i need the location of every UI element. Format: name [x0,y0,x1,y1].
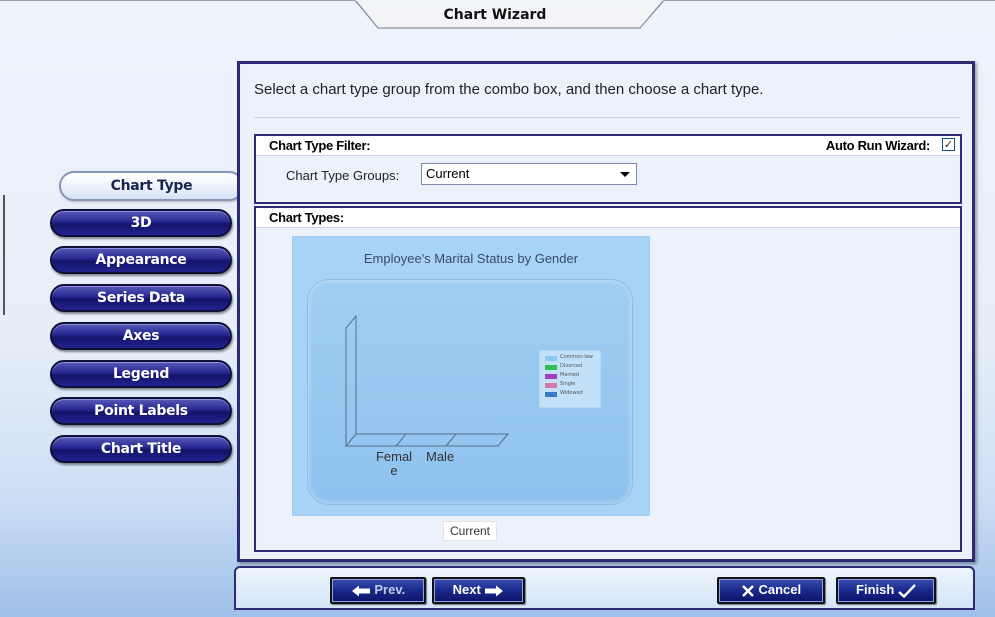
thumbnail-x-label: Femal e [375,449,413,478]
finish-button[interactable]: Finish [836,577,936,604]
nav-point-labels[interactable]: Point Labels [50,397,232,425]
next-label: Next [452,582,481,597]
finish-label: Finish [856,582,895,597]
thumbnail-chart-title: Employee's Marital Status by Gender [363,251,579,266]
nav-series-data[interactable]: Series Data [50,284,232,312]
cancel-button[interactable]: Cancel [717,577,825,604]
nav-chart-type[interactable]: Chart Type [59,171,244,201]
section-header: Chart Type Filter: Auto Run Wizard: ✓ [256,136,960,156]
chevron-down-icon [620,172,630,177]
arrow-right-icon [485,585,504,597]
nav-chart-title[interactable]: Chart Title [50,435,232,463]
nav-axes[interactable]: Axes [50,322,232,350]
filter-title: Chart Type Filter: [269,138,371,153]
chart-type-filter-section: Chart Type Filter: Auto Run Wizard: ✓ Ch… [254,134,962,204]
footer-bar: Prev. Next Cancel Finish [234,566,975,610]
arrow-left-icon [351,585,370,597]
left-edge-rule [3,195,5,315]
divider [254,117,960,118]
thumbnail-caption: Current [443,521,497,541]
window-title: Chart Wizard [443,7,547,23]
thumbnail-legend: Common-law Divorced Married Single Widow… [539,350,601,408]
chart-types-title: Chart Types: [269,210,344,225]
chart-type-groups-label: Chart Type Groups: [286,168,400,183]
thumbnail-x-label: Male [426,449,455,464]
auto-run-checkbox[interactable]: ✓ [942,138,955,151]
chart-types-section: Chart Types: Employee's Marital Status b… [254,206,962,552]
nav-3d[interactable]: 3D [50,209,232,237]
nav-appearance[interactable]: Appearance [50,246,232,274]
cancel-label: Cancel [758,582,802,597]
next-button[interactable]: Next [432,577,525,604]
checkmark-icon [898,583,916,598]
chart-type-groups-select[interactable]: Current [421,163,637,185]
chart-type-thumbnail[interactable]: Employee's Marital Status by Gender Comm… [292,236,650,516]
instructions-text: Select a chart type group from the combo… [254,81,764,98]
main-panel: Select a chart type group from the combo… [237,61,975,562]
chart-type-groups-value: Current [426,166,470,181]
section-header: Chart Types: [256,208,960,228]
close-icon [742,584,754,597]
prev-button[interactable]: Prev. [330,577,426,604]
prev-label: Prev. [374,582,406,597]
thumbnail-plot-area: Common-law Divorced Married Single Widow… [307,279,633,505]
auto-run-label: Auto Run Wizard: [825,138,930,153]
nav-legend[interactable]: Legend [50,360,232,388]
